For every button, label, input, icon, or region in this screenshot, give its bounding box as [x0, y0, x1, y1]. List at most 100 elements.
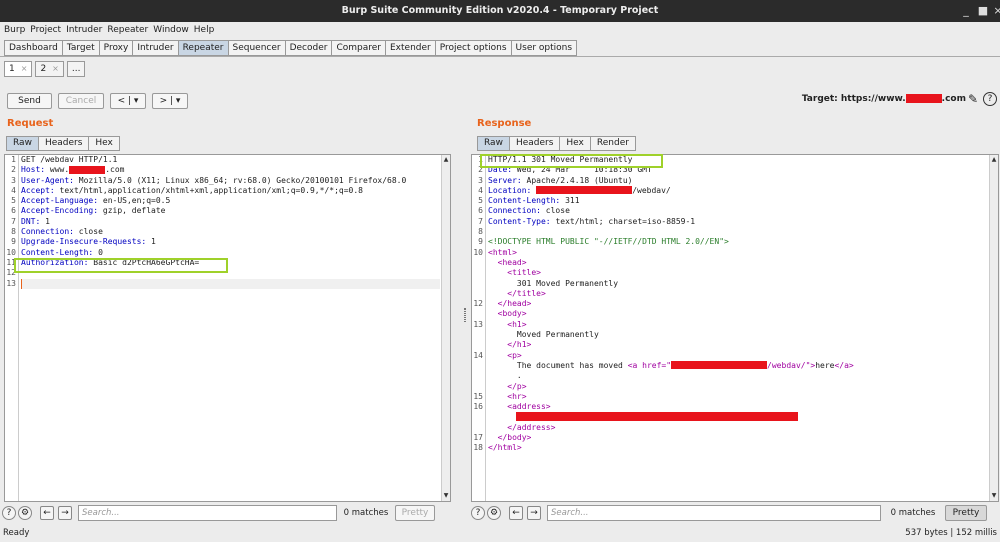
tab-proxy[interactable]: Proxy — [98, 40, 133, 56]
arrow-left-icon[interactable]: ← — [509, 506, 523, 520]
line-number: 4 — [11, 185, 16, 195]
tab-dashboard[interactable]: Dashboard — [4, 40, 62, 56]
grip-icon — [464, 308, 466, 322]
window-title: Burp Suite Community Edition v2020.4 - T… — [341, 5, 659, 16]
scroll-down-icon[interactable]: ▼ — [990, 492, 998, 500]
line-number — [472, 268, 485, 278]
tab-hex[interactable]: Hex — [559, 136, 591, 151]
help-icon[interactable]: ? — [983, 92, 997, 106]
menu-item-intruder[interactable]: Intruder — [66, 25, 102, 35]
close-icon[interactable]: × — [21, 64, 28, 73]
menu-item-burp[interactable]: Burp — [4, 25, 25, 35]
send-button[interactable]: Send — [7, 93, 52, 109]
menu-item-window[interactable]: Window — [153, 25, 189, 35]
pretty-button[interactable]: Pretty — [395, 505, 435, 521]
forward-button[interactable]: > | ▾ — [152, 93, 188, 109]
arrow-left-icon[interactable]: ← — [40, 506, 54, 520]
close-icon[interactable]: × — [52, 64, 59, 73]
repeater-tab-1[interactable]: 1 × — [4, 61, 33, 77]
forward-label: > — [159, 96, 168, 106]
chevron-down-icon: ▾ — [133, 96, 139, 106]
tab-extender[interactable]: Extender — [385, 40, 435, 56]
code-line: </p> — [488, 382, 988, 392]
tab-headers[interactable]: Headers — [37, 136, 90, 151]
tab-intruder[interactable]: Intruder — [132, 40, 178, 56]
split-handle[interactable] — [462, 112, 468, 524]
title-bar: Burp Suite Community Edition v2020.4 - T… — [0, 0, 1000, 22]
link-text: here — [815, 360, 835, 370]
header-name: Location: — [488, 185, 532, 195]
search-input[interactable]: Search... — [547, 505, 881, 521]
repeater-tab-2[interactable]: 2 × — [35, 61, 64, 77]
html-tag: </body> — [488, 433, 532, 443]
line-number: 15 — [473, 391, 483, 401]
menu-item-help[interactable]: Help — [194, 25, 215, 35]
request-editor[interactable]: 1 2 3 4 5 6 7 8 9 10 11 12 13 GET /webdav HTTP/1.1 Ho… — [4, 154, 451, 502]
header-name: Accept: — [21, 185, 55, 195]
minimize-icon[interactable]: _ — [958, 0, 974, 22]
line-gutter: 1 2 3 4 5 6 7 8 9 10 12 13 14 15 16 17 18 — [472, 155, 486, 501]
scrollbar[interactable]: ▲ ▼ — [441, 155, 450, 501]
tab-render[interactable]: Render — [589, 136, 636, 151]
line-text: . — [488, 371, 522, 381]
response-editor[interactable]: 1 2 3 4 5 6 7 8 9 10 12 13 14 15 16 17 18 HTTP/1.1 301 M… — [471, 154, 999, 502]
arrow-right-icon[interactable]: → — [58, 506, 72, 520]
repeater-tab-3[interactable]: ... — [66, 61, 86, 77]
scroll-up-icon[interactable]: ▲ — [990, 156, 998, 164]
gear-icon[interactable]: ⚙ — [18, 506, 32, 520]
line-number — [472, 309, 485, 319]
scrollbar[interactable]: ▲ ▼ — [989, 155, 998, 501]
html-tag: </address> — [488, 422, 556, 432]
line-text: Moved Permanently — [488, 330, 599, 340]
tab-decoder[interactable]: Decoder — [284, 40, 332, 56]
edit-icon[interactable]: ✎ — [966, 92, 980, 106]
scroll-up-icon[interactable]: ▲ — [442, 156, 450, 164]
code-line: </title> — [488, 289, 988, 299]
tab-raw[interactable]: Raw — [477, 136, 510, 151]
code-line: 301 Moved Permanently — [488, 279, 988, 289]
line-number: 5 — [478, 196, 483, 206]
close-icon[interactable]: × — [990, 0, 1000, 22]
help-icon[interactable]: ? — [2, 506, 16, 520]
maximize-icon[interactable]: ■ — [975, 0, 991, 22]
tab-project-options[interactable]: Project options — [434, 40, 511, 56]
line-number — [472, 330, 485, 340]
tab-comparer[interactable]: Comparer — [331, 40, 385, 56]
arrow-right-icon[interactable]: → — [527, 506, 541, 520]
line-number: 10 — [473, 247, 483, 257]
tab-raw[interactable]: Raw — [6, 136, 39, 151]
scroll-down-icon[interactable]: ▼ — [442, 492, 450, 500]
tab-hex[interactable]: Hex — [88, 136, 120, 151]
tab-user-options[interactable]: User options — [510, 40, 578, 56]
cancel-button[interactable]: Cancel — [58, 93, 104, 109]
repeater-tab-label: 1 — [9, 64, 15, 74]
line-number: 8 — [11, 227, 16, 237]
help-icon[interactable]: ? — [471, 506, 485, 520]
pretty-button[interactable]: Pretty — [945, 505, 987, 521]
back-button[interactable]: < | ▾ — [110, 93, 146, 109]
code-line — [488, 412, 988, 422]
line-number: 1 — [11, 155, 16, 164]
tab-target[interactable]: Target — [61, 40, 99, 56]
html-tag: <h1> — [488, 319, 527, 329]
status-timing: 537 bytes | 152 millis — [905, 528, 997, 538]
tab-sequencer[interactable]: Sequencer — [227, 40, 285, 56]
tab-repeater[interactable]: Repeater — [177, 40, 228, 56]
line-number — [472, 382, 485, 392]
header-name: User-Agent: — [21, 175, 74, 185]
header-name: Accept-Language: — [21, 196, 99, 206]
gear-icon[interactable]: ⚙ — [487, 506, 501, 520]
html-tag: </p> — [488, 381, 527, 391]
menu-item-repeater[interactable]: Repeater — [107, 25, 148, 35]
search-input[interactable]: Search... — [78, 505, 337, 521]
line-number: 7 — [478, 216, 483, 226]
line-number: 6 — [11, 206, 16, 216]
tab-headers[interactable]: Headers — [508, 136, 561, 151]
html-tag: <a href=" — [627, 360, 672, 370]
line-number: 7 — [11, 216, 16, 226]
menu-bar: Burp Project Intruder Repeater Window Help — [0, 22, 1000, 38]
code-line: Upgrade-Insecure-Requests: 1 — [21, 237, 440, 247]
status-line-highlight — [480, 154, 663, 168]
menu-item-project[interactable]: Project — [30, 25, 61, 35]
line-number: 14 — [473, 350, 483, 360]
